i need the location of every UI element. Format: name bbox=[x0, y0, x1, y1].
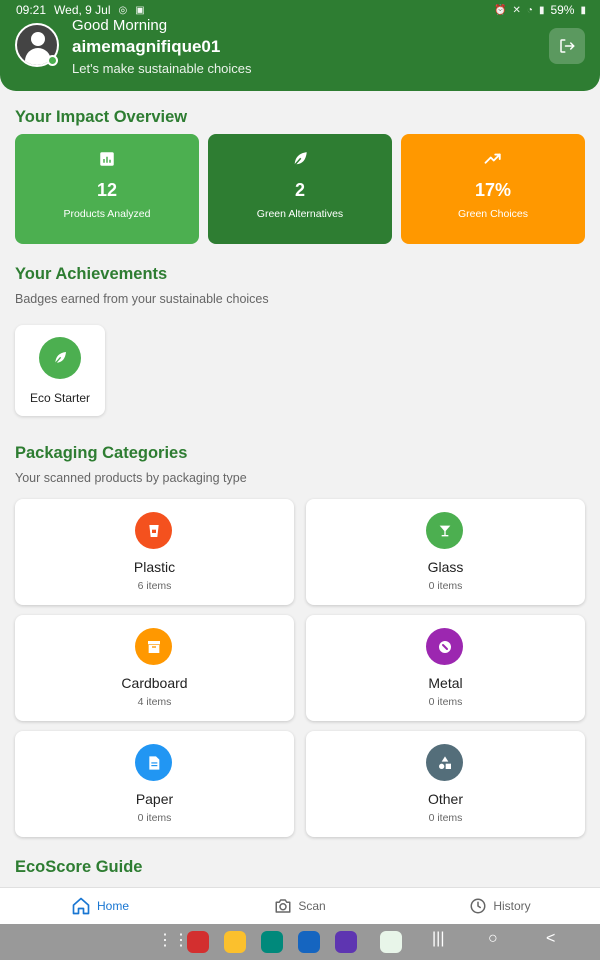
impact-label: Green Alternatives bbox=[256, 208, 344, 220]
nav-home[interactable]: Home bbox=[0, 888, 200, 924]
cup-icon bbox=[148, 524, 159, 537]
category-name: Metal bbox=[428, 675, 463, 691]
status-date: Wed, 9 Jul bbox=[54, 3, 111, 17]
browser-app-icon[interactable] bbox=[335, 931, 357, 953]
leaf-icon bbox=[294, 152, 307, 166]
signal-icon: ▮ bbox=[538, 4, 545, 16]
alarm-icon: ⏰ bbox=[494, 4, 507, 16]
battery-icon: ▮ bbox=[580, 4, 586, 16]
category-name: Cardboard bbox=[121, 675, 188, 691]
category-card-metal[interactable]: Metal 0 items bbox=[306, 615, 585, 721]
nav-scan[interactable]: Scan bbox=[200, 888, 400, 924]
category-name: Glass bbox=[427, 559, 464, 575]
online-status-dot bbox=[47, 55, 58, 66]
wifi-icon: ◔ bbox=[526, 4, 533, 16]
leaf-icon bbox=[54, 352, 66, 364]
category-name: Paper bbox=[135, 791, 174, 807]
category-name: Other bbox=[427, 791, 463, 807]
greeting-text: Good Morning bbox=[72, 17, 168, 34]
app-header: 09:21 Wed, 9 Jul ◎ ▣ ⏰ ✕ ◔ ▮ 59% ▮ Good … bbox=[0, 0, 600, 91]
eco-app-icon[interactable] bbox=[380, 931, 402, 953]
packaging-section-title: Packaging Categories bbox=[15, 444, 188, 462]
impact-value: 2 bbox=[294, 180, 305, 200]
nav-label: Scan bbox=[298, 899, 326, 913]
achievements-subtitle: Badges earned from your sustainable choi… bbox=[15, 292, 269, 306]
status-bar: 09:21 Wed, 9 Jul ◎ ▣ ⏰ ✕ ◔ ▮ 59% ▮ bbox=[16, 2, 586, 18]
category-count: 0 items bbox=[428, 696, 463, 708]
phone-app-icon[interactable] bbox=[261, 931, 283, 953]
impact-value: 17% bbox=[474, 180, 512, 200]
category-card-cardboard[interactable]: Cardboard 4 items bbox=[15, 615, 294, 721]
tagline: Let's make sustainable choices bbox=[72, 61, 252, 76]
glass-icon bbox=[439, 525, 450, 536]
packaging-subtitle: Your scanned products by packaging type bbox=[15, 471, 247, 485]
box-icon bbox=[147, 640, 160, 653]
impact-value: 12 bbox=[96, 180, 118, 200]
category-card-plastic[interactable]: Plastic 6 items bbox=[15, 499, 294, 605]
system-navigation-bar: ⋮⋮ ||| ○ < bbox=[0, 924, 600, 960]
document-icon bbox=[148, 755, 159, 770]
bottom-navigation: Home Scan History bbox=[0, 887, 600, 924]
category-card-paper[interactable]: Paper 0 items bbox=[15, 731, 294, 837]
app-drawer-icon[interactable]: ⋮⋮ bbox=[157, 930, 189, 950]
ecoscore-section-title: EcoScore Guide bbox=[15, 858, 143, 876]
teams-icon: ▣ bbox=[135, 4, 145, 16]
trending-up-icon bbox=[484, 153, 501, 164]
impact-label: Products Analyzed bbox=[63, 208, 151, 220]
impact-card-alternatives: 2 Green Alternatives bbox=[208, 134, 392, 244]
whatsapp-icon: ◎ bbox=[118, 4, 128, 16]
files-app-icon[interactable] bbox=[224, 931, 246, 953]
category-count: 0 items bbox=[428, 812, 463, 824]
clock-icon bbox=[470, 898, 486, 914]
category-card-glass[interactable]: Glass 0 items bbox=[306, 499, 585, 605]
badge-label: Eco Starter bbox=[29, 391, 91, 405]
category-card-other[interactable]: Other 0 items bbox=[306, 731, 585, 837]
category-count: 6 items bbox=[137, 580, 172, 592]
home-button[interactable]: ○ bbox=[488, 930, 498, 948]
badge-eco-starter[interactable]: Eco Starter bbox=[15, 325, 105, 416]
status-time: 09:21 bbox=[16, 3, 47, 17]
impact-section-title: Your Impact Overview bbox=[15, 108, 188, 126]
shapes-icon bbox=[438, 755, 451, 769]
home-icon bbox=[72, 897, 90, 915]
category-count: 0 items bbox=[137, 812, 172, 824]
bar-chart-icon bbox=[100, 152, 114, 166]
app-shortcut-icon[interactable] bbox=[187, 931, 209, 953]
mute-icon: ✕ bbox=[512, 4, 521, 16]
impact-label: Green Choices bbox=[457, 208, 529, 220]
recent-apps-button[interactable]: ||| bbox=[432, 930, 444, 948]
messages-app-icon[interactable] bbox=[298, 931, 320, 953]
camera-icon bbox=[275, 899, 291, 913]
back-button[interactable]: < bbox=[546, 930, 555, 948]
battery-percent: 59% bbox=[550, 3, 575, 17]
logout-icon bbox=[560, 39, 575, 53]
nav-history[interactable]: History bbox=[400, 888, 600, 924]
nav-label: History bbox=[493, 899, 531, 913]
impact-card-products: 12 Products Analyzed bbox=[15, 134, 199, 244]
nav-label: Home bbox=[96, 899, 129, 913]
category-count: 4 items bbox=[137, 696, 172, 708]
metal-icon bbox=[438, 640, 451, 653]
category-count: 0 items bbox=[428, 580, 463, 592]
username: aimemagnifique01 bbox=[72, 37, 221, 56]
category-name: Plastic bbox=[133, 559, 176, 575]
impact-card-green-choices: 17% Green Choices bbox=[401, 134, 585, 244]
achievements-section-title: Your Achievements bbox=[15, 265, 168, 283]
logout-button[interactable] bbox=[549, 28, 585, 64]
